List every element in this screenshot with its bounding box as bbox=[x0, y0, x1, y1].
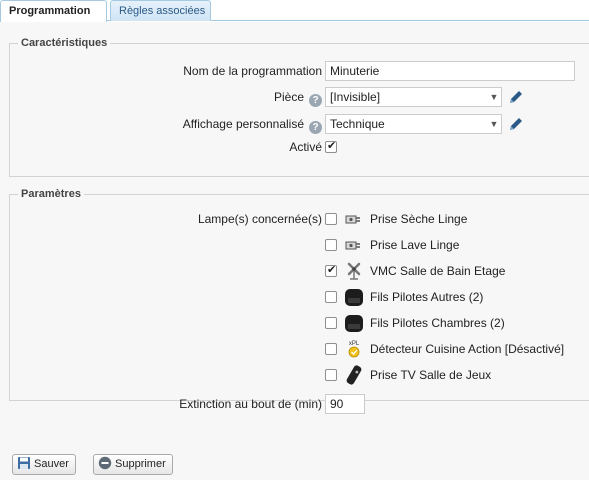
save-button[interactable]: Sauver bbox=[12, 454, 76, 475]
module-icon bbox=[345, 315, 363, 332]
chevron-down-icon: ▼ bbox=[489, 92, 499, 102]
lamps-label: Lampe(s) concernée(s) bbox=[197, 212, 322, 226]
lamp-name: VMC Salle de Bain Etage bbox=[370, 264, 506, 278]
room-label: Pièce bbox=[273, 90, 304, 104]
pencil-icon[interactable] bbox=[508, 89, 524, 105]
active-label: Activé bbox=[289, 140, 322, 154]
lamp-checkbox[interactable] bbox=[325, 263, 337, 277]
lamp-checkbox[interactable] bbox=[325, 291, 337, 303]
module-icon bbox=[345, 289, 363, 306]
help-icon[interactable]: ? bbox=[309, 121, 322, 134]
minus-circle-icon bbox=[98, 456, 112, 470]
characteristics-legend: Caractéristiques bbox=[21, 37, 108, 49]
parameters-legend: Paramètres bbox=[21, 188, 81, 200]
name-input[interactable]: Minuterie bbox=[325, 61, 575, 81]
display-label-wrap: Affichage personnalisé? bbox=[183, 117, 322, 134]
save-button-label: Sauver bbox=[34, 458, 69, 470]
characteristics-fieldset: Caractéristiques bbox=[9, 37, 589, 177]
pencil-icon[interactable] bbox=[508, 116, 524, 132]
xpl-icon-text: xPL bbox=[349, 341, 360, 347]
lamp-name: Fils Pilotes Chambres (2) bbox=[370, 316, 505, 330]
fan-icon bbox=[347, 262, 361, 280]
chevron-down-icon: ▼ bbox=[489, 119, 499, 129]
delete-button[interactable]: Supprimer bbox=[93, 454, 173, 475]
lamp-name: Fils Pilotes Autres (2) bbox=[370, 290, 484, 304]
tab-programmation[interactable]: Programmation bbox=[0, 0, 107, 22]
room-select[interactable]: [Invisible] ▼ bbox=[325, 87, 502, 107]
delete-button-label: Supprimer bbox=[115, 458, 166, 470]
active-checkbox[interactable] bbox=[325, 139, 337, 153]
help-icon[interactable]: ? bbox=[309, 94, 322, 107]
display-label: Affichage personnalisé bbox=[182, 117, 304, 131]
floppy-disk-icon bbox=[18, 457, 30, 469]
lamp-checkbox[interactable] bbox=[325, 213, 337, 225]
display-select-value: Technique bbox=[330, 117, 385, 131]
extinction-label: Extinction au bout de (min) bbox=[179, 397, 322, 411]
lamp-name: Prise Sèche Linge bbox=[370, 212, 468, 226]
lamp-name: Prise Lave Linge bbox=[370, 238, 460, 252]
lamp-checkbox[interactable] bbox=[325, 317, 337, 329]
tab-regles-associees[interactable]: Règles associées bbox=[110, 0, 211, 21]
plug-icon bbox=[345, 215, 360, 224]
room-select-value: [Invisible] bbox=[330, 90, 381, 104]
remote-icon bbox=[346, 365, 362, 385]
lamp-checkbox[interactable] bbox=[325, 343, 337, 355]
plug-icon bbox=[345, 241, 360, 250]
extinction-input[interactable]: 90 bbox=[325, 394, 365, 414]
display-select[interactable]: Technique ▼ bbox=[325, 114, 502, 134]
lamp-name: Prise TV Salle de Jeux bbox=[370, 368, 492, 382]
xpl-sensor-icon: xPL bbox=[348, 341, 360, 358]
room-label-wrap: Pièce? bbox=[274, 90, 322, 107]
tab-bar: Programmation Règles associées bbox=[0, 0, 589, 22]
lamp-checkbox[interactable] bbox=[325, 369, 337, 381]
lamp-name: Détecteur Cuisine Action [Désactivé] bbox=[370, 342, 565, 356]
lamp-checkbox[interactable] bbox=[325, 239, 337, 251]
tab-panel: Caractéristiques Nom de la programmation… bbox=[0, 22, 589, 480]
name-label: Nom de la programmation bbox=[183, 64, 322, 78]
